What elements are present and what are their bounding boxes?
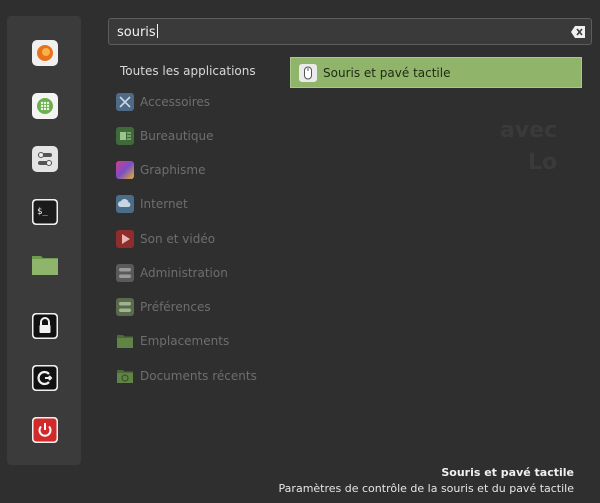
selected-app-description: Paramètres de contrôle de la souris et d… [278, 482, 574, 495]
category-administration[interactable]: Administration [116, 263, 281, 283]
graphics-icon [116, 161, 134, 179]
category-multimedia[interactable]: Son et vidéo [116, 229, 281, 249]
category-preferences[interactable]: Préférences [116, 297, 281, 317]
office-icon [116, 127, 134, 145]
software-manager-icon[interactable] [31, 92, 59, 120]
search-input[interactable]: souris [117, 24, 158, 40]
firefox-icon[interactable] [31, 39, 59, 67]
category-label: Bureautique [140, 129, 214, 143]
category-all-applications[interactable]: Toutes les applications [120, 64, 256, 78]
selected-app-title: Souris et pavé tactile [441, 466, 574, 479]
favorites-sidebar: $_ [7, 16, 81, 465]
multimedia-icon [116, 230, 134, 248]
category-label: Administration [140, 266, 228, 280]
accessories-icon [116, 93, 134, 111]
category-places[interactable]: Emplacements [116, 331, 281, 351]
settings-icon[interactable] [31, 145, 59, 173]
mouse-icon [299, 63, 317, 82]
category-label: Internet [140, 197, 188, 211]
svg-text:$_: $_ [37, 207, 48, 217]
category-label: Graphisme [140, 163, 206, 177]
terminal-icon[interactable]: $_ [31, 198, 59, 226]
background-text: avec [500, 118, 558, 143]
lock-icon[interactable] [31, 312, 59, 340]
search-result-label: Souris et pavé tactile [323, 65, 451, 80]
power-icon[interactable] [31, 416, 59, 444]
preferences-icon [116, 298, 134, 316]
category-recent-documents[interactable]: Documents récents [116, 366, 281, 386]
category-label: Préférences [140, 300, 211, 314]
administration-icon [116, 264, 134, 282]
logout-icon[interactable] [31, 364, 59, 392]
category-graphics[interactable]: Graphisme [116, 160, 281, 180]
search-result-mouse-touchpad[interactable]: Souris et pavé tactile [290, 57, 582, 88]
category-office[interactable]: Bureautique [116, 126, 281, 146]
category-internet[interactable]: Internet [116, 194, 281, 214]
category-label: Son et vidéo [140, 232, 216, 246]
clear-text-icon[interactable] [571, 26, 585, 38]
folder-icon[interactable] [31, 250, 59, 278]
recent-documents-icon [117, 370, 133, 383]
search-field[interactable]: souris [108, 18, 592, 45]
places-icon [117, 335, 133, 348]
internet-icon [116, 195, 134, 213]
text-caret [156, 24, 158, 38]
category-label: Documents récents [140, 369, 257, 383]
category-label: Emplacements [140, 334, 230, 348]
category-label: Accessoires [140, 95, 211, 109]
category-accessories[interactable]: Accessoires [116, 92, 281, 112]
background-text: Lo [528, 150, 558, 175]
